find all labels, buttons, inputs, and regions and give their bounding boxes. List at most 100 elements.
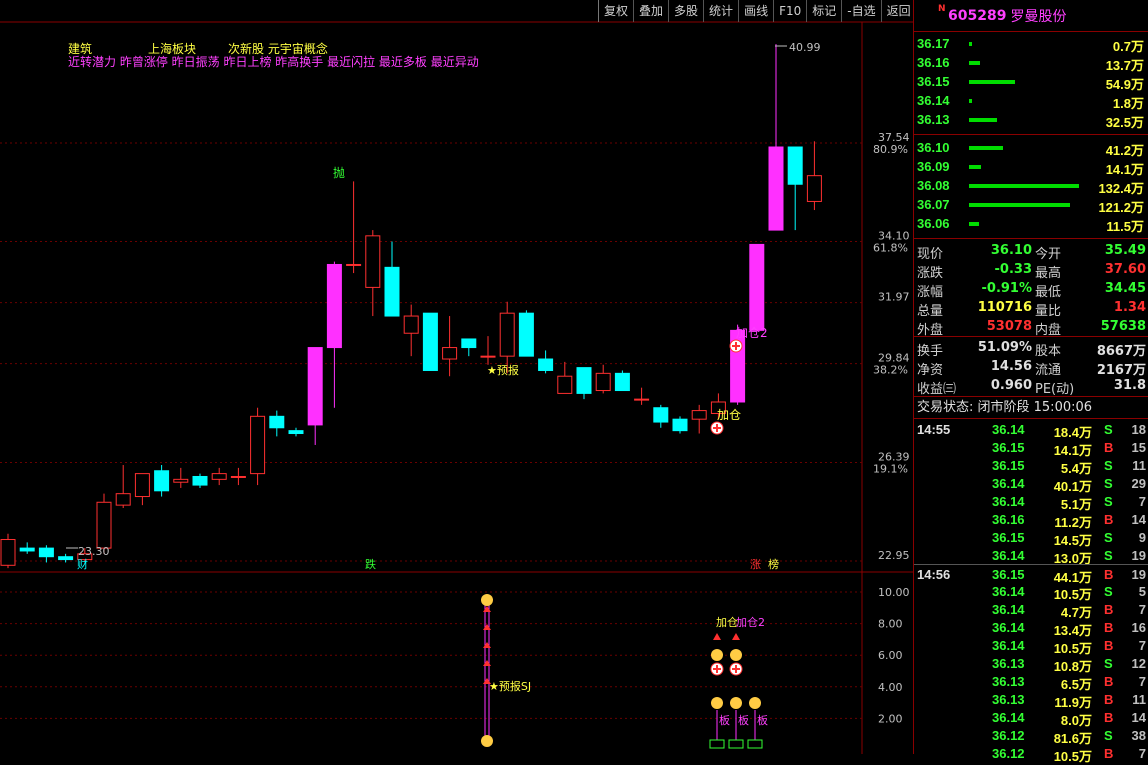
bid-row[interactable]: 36.09 14.1万 — [914, 157, 1148, 177]
quote-value: 110716 — [977, 300, 1032, 315]
pct-tick-label: 80.9% — [873, 143, 908, 156]
toolbar-btn-2[interactable]: 多股 — [668, 0, 703, 22]
trade-side: S — [1104, 728, 1113, 743]
indicator-tick-label: 4.00 — [878, 681, 903, 694]
trade-count: 14 — [1131, 512, 1146, 527]
bid-price: 36.06 — [917, 216, 950, 231]
quote-label: 内盘 — [1035, 323, 1062, 338]
trade-side: B — [1104, 638, 1114, 653]
money-bag-icon — [711, 697, 723, 709]
candle-body — [115, 493, 131, 506]
trade-side: S — [1104, 530, 1113, 545]
quote-value: 34.45 — [1104, 281, 1146, 296]
up-arrow-icon — [483, 642, 491, 648]
candle-body — [173, 478, 189, 483]
ask-volume-bar — [969, 42, 972, 46]
ask-row[interactable]: 36.14 1.8万 — [914, 91, 1148, 111]
board-label: 板 — [738, 713, 749, 727]
toolbar-btn-0[interactable]: 复权 — [598, 0, 633, 22]
quote-value: 14.56 — [990, 359, 1032, 374]
stock-code[interactable]: 605289 — [948, 8, 1006, 24]
ask-row[interactable]: 36.15 54.9万 — [914, 72, 1148, 92]
trade-row: 36.13 6.5万 B 7 — [914, 672, 1148, 692]
toolbar-btn-1[interactable]: 叠加 — [633, 0, 668, 22]
bid-row[interactable]: 36.10 41.2万 — [914, 138, 1148, 158]
candle-body — [96, 501, 112, 549]
bid-volume-bar — [969, 146, 1004, 150]
quote-sidebar: N 605289 罗曼股份 36.17 0.7万 36.16 13.7万 36.15… — [913, 0, 1148, 764]
quote-value: 8667万 — [1096, 344, 1146, 359]
toolbar-btn-7[interactable]: -自选 — [841, 0, 880, 22]
trade-price: 36.15 — [992, 567, 1025, 582]
trade-status: 交易状态: 闭市阶段 15:00:06 — [914, 397, 1148, 419]
money-bag-icon — [481, 735, 493, 747]
money-bag-icon — [749, 697, 761, 709]
bid-row[interactable]: 36.08 132.4万 — [914, 176, 1148, 196]
trade-count: 11 — [1132, 458, 1146, 473]
board-label: 板 — [757, 713, 768, 727]
toolbar-btn-3[interactable]: 统计 — [703, 0, 738, 22]
trade-row: 36.15 5.4万 S 11 — [914, 456, 1148, 476]
bid-price: 36.07 — [917, 197, 950, 212]
toolbar-btn-6[interactable]: 标记 — [806, 0, 841, 22]
candle-body — [211, 473, 227, 480]
trade-count: 7 — [1138, 494, 1146, 509]
bid-row[interactable]: 36.06 11.5万 — [914, 214, 1148, 234]
candle-body — [365, 235, 381, 288]
toolbar-btn-8[interactable]: 返回 — [880, 0, 916, 22]
high-price-label: 40.99 — [789, 41, 821, 54]
bid-price: 36.10 — [917, 140, 950, 155]
quote-label: 现价 — [917, 247, 944, 262]
candle-inner — [753, 246, 760, 329]
tick-trades-list[interactable]: 14:55 36.14 18.4万 S 18 36.15 14.1万 B 15 … — [914, 419, 1148, 764]
trade-side: B — [1104, 567, 1114, 582]
quote-row: 涨幅 -0.91% 最低 34.45 — [914, 280, 1148, 300]
sell-signal-label: 抛 — [333, 165, 345, 180]
trade-price: 36.13 — [992, 674, 1025, 689]
kline-chart[interactable]: 37.5480.9%34.1061.8%31.9729.8438.2%26.39… — [0, 0, 913, 754]
trade-count: 7 — [1138, 674, 1146, 689]
trade-price: 36.15 — [992, 458, 1025, 473]
trade-side: B — [1104, 602, 1114, 617]
quote-row: 总量 110716 量比 1.34 — [914, 299, 1148, 319]
ask-row[interactable]: 36.16 13.7万 — [914, 53, 1148, 73]
indicator-tick-label: 6.00 — [878, 649, 903, 662]
trade-price: 36.14 — [992, 638, 1025, 653]
balloon-icon — [481, 594, 493, 606]
trade-price: 36.14 — [992, 476, 1025, 491]
bid-volume-bar — [969, 203, 1071, 207]
trade-price: 36.15 — [992, 530, 1025, 545]
bid-price: 36.09 — [917, 159, 950, 174]
trade-row: 36.14 4.7万 B 7 — [914, 600, 1148, 620]
trade-row: 36.14 10.5万 B 7 — [914, 636, 1148, 656]
trade-row: 36.16 11.2万 B 14 — [914, 510, 1148, 530]
trade-row: 36.14 13.4万 B 16 — [914, 618, 1148, 638]
candle-body — [499, 312, 515, 357]
trade-row: 36.15 14.5万 S 9 — [914, 528, 1148, 548]
quote-label: 涨幅 — [917, 285, 944, 300]
trade-side: B — [1104, 710, 1114, 725]
stock-name[interactable]: 罗曼股份 — [1010, 6, 1066, 26]
ask-row[interactable]: 36.17 0.7万 — [914, 34, 1148, 54]
toolbar-btn-5[interactable]: F10 — [773, 0, 806, 22]
quote-row: 现价 36.10 今开 35.49 — [914, 242, 1148, 262]
ask-volume-bar — [969, 118, 997, 122]
quote-label: PE(动) — [1035, 382, 1075, 397]
candle-body — [691, 410, 707, 420]
quote-panel: 现价 36.10 今开 35.49 涨跌 -0.33 最高 37.60 涨幅 -0.… — [914, 239, 1148, 338]
trade-row: 14:55 36.14 18.4万 S 18 — [914, 420, 1148, 440]
trade-row: 36.14 13.0万 S 19 — [914, 546, 1148, 566]
candle-body — [442, 347, 458, 360]
fall-marker: 跌 — [365, 557, 376, 571]
board-base-box — [709, 739, 725, 749]
bid-row[interactable]: 36.07 121.2万 — [914, 195, 1148, 215]
candle-body — [806, 175, 822, 202]
trade-row: 36.14 10.5万 S 5 — [914, 582, 1148, 602]
bid-volume-bar — [969, 222, 979, 226]
candle-body — [134, 473, 150, 498]
toolbar-btn-4[interactable]: 画线 — [738, 0, 773, 22]
sector-label-1: 建筑 — [68, 41, 92, 56]
candle-body — [38, 547, 54, 558]
trade-row: 14:56 36.15 44.1万 B 19 — [914, 564, 1148, 585]
ask-row[interactable]: 36.13 32.5万 — [914, 110, 1148, 130]
